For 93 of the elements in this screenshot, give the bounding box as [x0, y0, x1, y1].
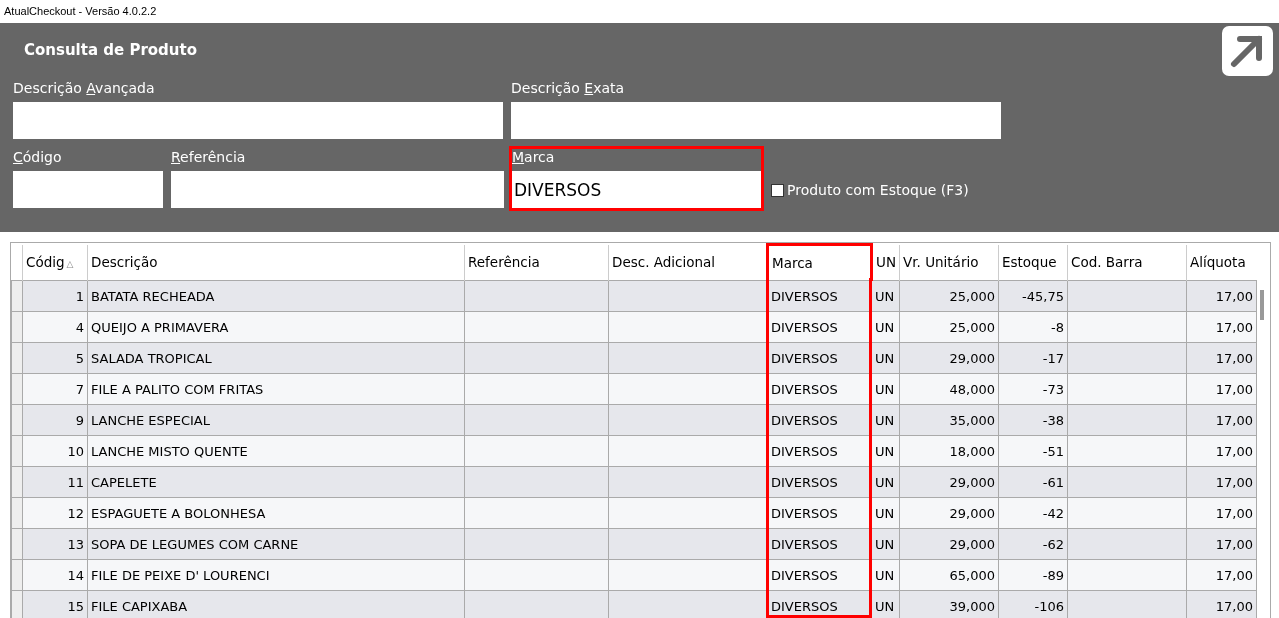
- table-cell: 65,000: [899, 559, 999, 591]
- table-cell: FILE CAPIXABA: [87, 590, 465, 618]
- table-cell: 17,00: [1186, 528, 1257, 560]
- table-cell: 17,00: [1186, 466, 1257, 498]
- table-cell: -106: [998, 590, 1068, 618]
- table-cell: 29,000: [899, 497, 999, 529]
- table-cell: LANCHE ESPECIAL: [87, 404, 465, 436]
- sort-icon: △: [66, 259, 74, 270]
- table-cell: LANCHE MISTO QUENTE: [87, 435, 465, 467]
- table-cell: 11: [22, 466, 88, 498]
- field-label: Marca: [512, 149, 556, 165]
- table-cell: -17: [998, 342, 1068, 374]
- table-cell: 39,000: [899, 590, 999, 618]
- table-cell: 1: [22, 280, 88, 312]
- input-field[interactable]: [13, 171, 163, 208]
- checkbox-label: Produto com Estoque (F3): [787, 182, 969, 198]
- field-label: Descrição Exata: [511, 80, 626, 96]
- table-cell: 9: [22, 404, 88, 436]
- table-cell: 25,000: [899, 311, 999, 343]
- table-cell: -45,75: [998, 280, 1068, 312]
- table-cell: -38: [998, 404, 1068, 436]
- table-cell: DIVERSOS: [767, 497, 872, 529]
- table-cell: DIVERSOS: [767, 435, 872, 467]
- column-header[interactable]: Estoque: [998, 244, 1068, 281]
- table-cell: 17,00: [1186, 311, 1257, 343]
- table-cell: ESPAGUETE A BOLONHESA: [87, 497, 465, 529]
- table-cell: SOPA DE LEGUMES COM CARNE: [87, 528, 465, 560]
- column-header[interactable]: Códig△: [22, 244, 88, 281]
- table-cell: -51: [998, 435, 1068, 467]
- column-header[interactable]: Vr. Unitário: [899, 244, 999, 281]
- table-cell: FILE A PALITO COM FRITAS: [87, 373, 465, 405]
- table-cell: 10: [22, 435, 88, 467]
- input-field[interactable]: [171, 171, 504, 208]
- table-cell: 29,000: [899, 342, 999, 374]
- table-cell: 17,00: [1186, 559, 1257, 591]
- table-cell: DIVERSOS: [767, 311, 872, 343]
- table-cell: DIVERSOS: [767, 280, 872, 312]
- panel-title: Consulta de Produto: [23, 40, 197, 61]
- table-cell: DIVERSOS: [767, 404, 872, 436]
- table-cell: 17,00: [1186, 435, 1257, 467]
- table-cell: QUEIJO A PRIMAVERA: [87, 311, 465, 343]
- table-cell: -61: [998, 466, 1068, 498]
- table-cell: SALADA TROPICAL: [87, 342, 465, 374]
- column-header[interactable]: Alíquota: [1186, 244, 1257, 281]
- column-header[interactable]: Desc. Adicional: [608, 244, 768, 281]
- table-cell: 13: [22, 528, 88, 560]
- table-cell: UN: [871, 280, 900, 312]
- table-cell: 35,000: [899, 404, 999, 436]
- input-field[interactable]: [13, 102, 503, 139]
- column-header[interactable]: Referência: [464, 244, 609, 281]
- table-cell: DIVERSOS: [767, 373, 872, 405]
- column-header[interactable]: Descrição: [87, 244, 465, 281]
- column-header[interactable]: UN: [871, 244, 900, 281]
- table-cell: -62: [998, 528, 1068, 560]
- table-cell: -42: [998, 497, 1068, 529]
- window-title: AtualCheckout - Versão 4.0.2.2: [3, 4, 158, 19]
- field-label: Referência: [171, 149, 247, 165]
- table-cell: CAPELETE: [87, 466, 465, 498]
- table-cell: 17,00: [1186, 373, 1257, 405]
- field-label: Descrição Avançada: [13, 80, 156, 96]
- column-header[interactable]: Marca: [767, 244, 872, 281]
- table-cell: DIVERSOS: [767, 528, 872, 560]
- table-cell: 18,000: [899, 435, 999, 467]
- field-label: Código: [13, 149, 63, 165]
- table-cell: -8: [998, 311, 1068, 343]
- table-cell: 17,00: [1186, 497, 1257, 529]
- table-cell: 5: [22, 342, 88, 374]
- input-field[interactable]: [511, 102, 1001, 139]
- expand-icon[interactable]: [1222, 26, 1273, 76]
- table-cell: 7: [22, 373, 88, 405]
- table-cell: DIVERSOS: [767, 342, 872, 374]
- table-cell: 29,000: [899, 528, 999, 560]
- table-cell: FILE DE PEIXE D' LOURENCI: [87, 559, 465, 591]
- table-cell: -73: [998, 373, 1068, 405]
- table-cell: DIVERSOS: [767, 559, 872, 591]
- table-cell: 12: [22, 497, 88, 529]
- table-cell: DIVERSOS: [767, 466, 872, 498]
- checkbox[interactable]: [771, 183, 784, 197]
- table-cell: 15: [22, 590, 88, 618]
- column-header[interactable]: Cod. Barra: [1067, 244, 1187, 281]
- table-cell: 14: [22, 559, 88, 591]
- table-cell: 25,000: [899, 280, 999, 312]
- table-cell: BATATA RECHEADA: [87, 280, 465, 312]
- input-field[interactable]: DIVERSOS: [512, 171, 761, 208]
- table-cell: 48,000: [899, 373, 999, 405]
- table-cell: 17,00: [1186, 342, 1257, 374]
- table-cell: 17,00: [1186, 404, 1257, 436]
- table-cell: 17,00: [1186, 590, 1257, 618]
- table-cell: -89: [998, 559, 1068, 591]
- table-cell: 29,000: [899, 466, 999, 498]
- scrollbar-thumb[interactable]: [1260, 290, 1264, 320]
- table-cell: 17,00: [1186, 280, 1257, 312]
- table-cell: 4: [22, 311, 88, 343]
